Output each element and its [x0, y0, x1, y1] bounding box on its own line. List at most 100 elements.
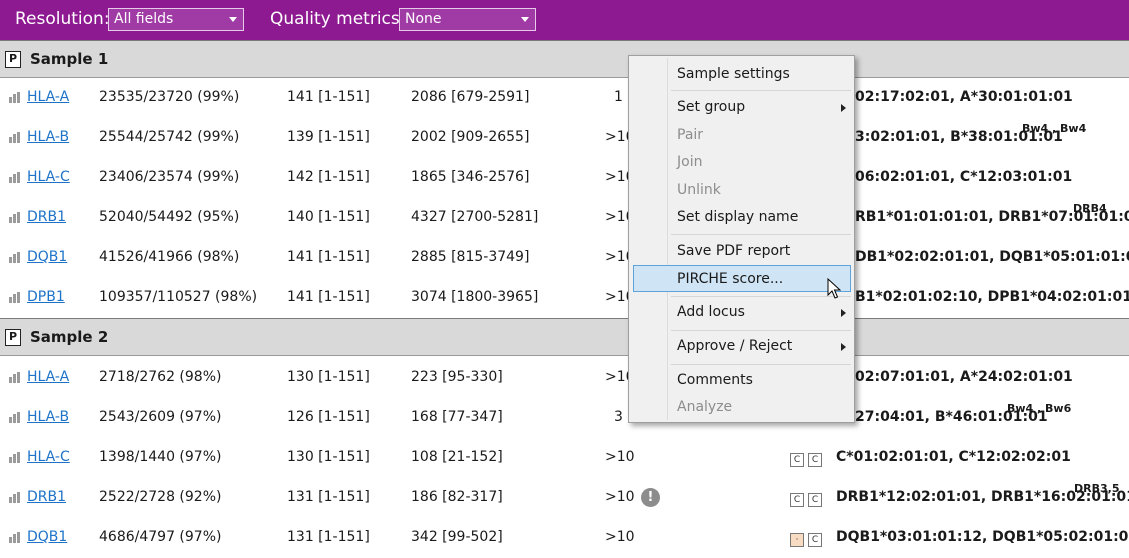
locus-link[interactable]: HLA-C	[27, 169, 70, 185]
menu-item-join[interactable]: Join	[677, 154, 702, 170]
menu-item-set-display-name[interactable]: Set display name	[677, 209, 798, 225]
typing-result: 27:04:01, B*46:01:01:01 Bw4 , Bw6	[855, 402, 1071, 425]
locus-link[interactable]: DRB1	[27, 489, 66, 505]
typing-result: 02:17:02:01, A*30:01:01:01	[855, 89, 1073, 105]
serology-superscript: DRB3,5	[1074, 482, 1120, 495]
confidence-box: C	[790, 493, 804, 507]
read-length-value: 140 [1-151]	[287, 209, 370, 225]
count-value: >10	[605, 489, 635, 505]
depth-value: 342 [99-502]	[411, 529, 503, 545]
bar-chart-icon	[9, 172, 21, 183]
menu-item-analyze[interactable]: Analyze	[677, 399, 732, 415]
table-row[interactable]: HLA-A 2718/2762 (98%) 130 [1-151] 223 [9…	[0, 358, 1129, 398]
depth-value: 2086 [679-2591]	[411, 89, 530, 105]
confidence-boxes[interactable]: CC	[790, 490, 826, 507]
table-row[interactable]: DQB1 4686/4797 (97%) 131 [1-151] 342 [99…	[0, 518, 1129, 558]
depth-value: 168 [77-347]	[411, 409, 503, 425]
table-row[interactable]: HLA-B 25544/25742 (99%) 139 [1-151] 2002…	[0, 118, 1129, 158]
confidence-boxes[interactable]: · C	[790, 530, 826, 547]
reads-value: 41526/41966 (98%)	[99, 249, 240, 265]
typing-text: 02:07:01:01, A*24:02:01:01	[855, 369, 1073, 385]
resolution-dropdown[interactable]: All fields	[108, 8, 244, 31]
locus-link[interactable]: DPB1	[27, 289, 65, 305]
typing-result: 02:07:01:01, A*24:02:01:01	[855, 369, 1073, 385]
count-value: 3	[614, 409, 623, 425]
depth-value: 4327 [2700-5281]	[411, 209, 539, 225]
menu-item-pirche-score[interactable]: PIRCHE score...	[677, 271, 783, 287]
depth-value: 3074 [1800-3965]	[411, 289, 539, 305]
read-length-value: 126 [1-151]	[287, 409, 370, 425]
locus-link[interactable]: DRB1	[27, 209, 66, 225]
locus-link[interactable]: DQB1	[27, 249, 67, 265]
bar-chart-icon	[9, 372, 21, 383]
depth-value: 186 [82-317]	[411, 489, 503, 505]
reads-value: 23535/23720 (99%)	[99, 89, 240, 105]
read-length-value: 142 [1-151]	[287, 169, 370, 185]
sample-header[interactable]: P Sample 1	[0, 40, 1129, 78]
confidence-boxes[interactable]: CC	[790, 450, 826, 467]
serology-superscript: DRB4	[1073, 202, 1107, 215]
context-menu: Sample settings Set group Pair Join Unli…	[628, 55, 855, 423]
chevron-down-icon	[229, 17, 237, 22]
confidence-box: C	[808, 453, 822, 467]
table-row[interactable]: HLA-C 1398/1440 (97%) 130 [1-151] 108 [2…	[0, 438, 1129, 478]
menu-separator	[671, 234, 851, 235]
menu-item-set-group[interactable]: Set group	[677, 99, 745, 115]
quality-metrics-dropdown[interactable]: None	[399, 8, 536, 31]
bar-chart-icon	[9, 492, 21, 503]
read-length-value: 131 [1-151]	[287, 489, 370, 505]
locus-link[interactable]: DQB1	[27, 529, 67, 545]
typing-result: C*01:02:01:01, C*12:02:02:01	[836, 449, 1071, 465]
menu-item-sample-settings[interactable]: Sample settings	[677, 66, 790, 82]
bar-chart-icon	[9, 412, 21, 423]
warning-icon[interactable]: !	[641, 488, 660, 507]
read-length-value: 131 [1-151]	[287, 529, 370, 545]
locus-link[interactable]: HLA-B	[27, 129, 69, 145]
table-row[interactable]: HLA-A 23535/23720 (99%) 141 [1-151] 2086…	[0, 78, 1129, 118]
sample-header[interactable]: P Sample 2	[0, 318, 1129, 356]
serology-superscript: Bw4 , Bw6	[1007, 402, 1072, 415]
menu-separator	[671, 296, 851, 297]
sample-title: Sample 1	[30, 50, 109, 68]
count-value: >10	[605, 529, 635, 545]
reads-value: 52040/54492 (95%)	[99, 209, 240, 225]
menu-item-unlink[interactable]: Unlink	[677, 182, 721, 198]
table-row[interactable]: DQB1 41526/41966 (98%) 141 [1-151] 2885 …	[0, 238, 1129, 278]
typing-text: DQB1*03:01:01:12, DQB1*05:02:01:01	[836, 529, 1129, 545]
menu-item-add-locus[interactable]: Add locus	[677, 304, 745, 320]
confidence-box: ·	[790, 533, 804, 547]
locus-link[interactable]: HLA-A	[27, 369, 69, 385]
reads-value: 2543/2609 (97%)	[99, 409, 222, 425]
typing-text: B1*02:01:02:10, DPB1*04:02:01:01	[855, 289, 1129, 305]
menu-item-comments[interactable]: Comments	[677, 372, 753, 388]
confidence-box: C	[808, 533, 822, 547]
menu-item-approve-reject[interactable]: Approve / Reject	[677, 338, 792, 354]
table-row[interactable]: DPB1 109357/110527 (98%) 141 [1-151] 307…	[0, 278, 1129, 318]
menu-item-save-pdf-report[interactable]: Save PDF report	[677, 243, 790, 259]
chevron-down-icon	[521, 17, 529, 22]
typing-result: RB1*01:01:01:01, DRB1*07:01:01:01 DRB4	[855, 202, 1129, 225]
typing-result: B1*02:01:02:10, DPB1*04:02:01:01	[855, 289, 1129, 305]
table-row[interactable]: DRB1 2522/2728 (92%) 131 [1-151] 186 [82…	[0, 478, 1129, 518]
bar-chart-icon	[9, 532, 21, 543]
menu-item-pair[interactable]: Pair	[677, 127, 703, 143]
menu-separator	[671, 330, 851, 331]
depth-value: 108 [21-152]	[411, 449, 503, 465]
quality-metrics-value: None	[405, 11, 442, 27]
table-row[interactable]: DRB1 52040/54492 (95%) 140 [1-151] 4327 …	[0, 198, 1129, 238]
confidence-box: C	[808, 493, 822, 507]
read-length-value: 141 [1-151]	[287, 89, 370, 105]
locus-link[interactable]: HLA-B	[27, 409, 69, 425]
typing-result: 3:02:01:01, B*38:01:01:01 Bw4 , Bw4	[855, 122, 1086, 145]
count-value: 1	[614, 89, 623, 105]
table-row[interactable]: HLA-C 23406/23574 (99%) 142 [1-151] 1865…	[0, 158, 1129, 198]
read-length-value: 130 [1-151]	[287, 449, 370, 465]
typing-text: 02:17:02:01, A*30:01:01:01	[855, 89, 1073, 105]
locus-link[interactable]: HLA-C	[27, 449, 70, 465]
table-row[interactable]: HLA-B 2543/2609 (97%) 126 [1-151] 168 [7…	[0, 398, 1129, 438]
locus-link[interactable]: HLA-A	[27, 89, 69, 105]
depth-value: 1865 [346-2576]	[411, 169, 530, 185]
depth-value: 223 [95-330]	[411, 369, 503, 385]
confidence-box: C	[790, 453, 804, 467]
typing-result: DQB1*03:01:01:12, DQB1*05:02:01:01	[836, 529, 1129, 545]
